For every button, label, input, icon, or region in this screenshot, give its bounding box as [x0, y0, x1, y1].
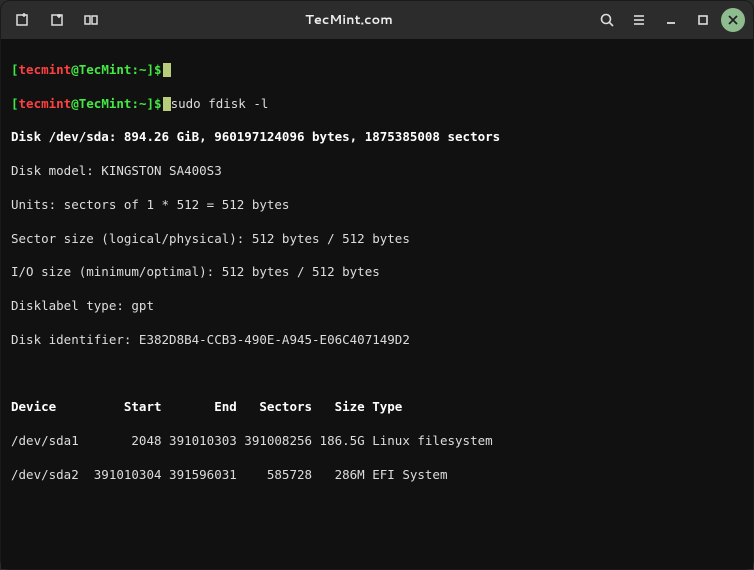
titlebar: TecMint.com: [1, 1, 753, 39]
disk-a-units: Units: sectors of 1 * 512 = 512 bytes: [11, 197, 743, 214]
disk-a-io: I/O size (minimum/optimal): 512 bytes / …: [11, 264, 743, 281]
prompt-dollar: $: [154, 62, 162, 77]
prompt-bracket-close: ]: [147, 62, 155, 77]
prompt-line-cmd: [tecmint@TecMint:~]$sudo fdisk -l: [11, 96, 743, 113]
disk-a-sector: Sector size (logical/physical): 512 byte…: [11, 231, 743, 248]
disk-a-label: Disklabel type: gpt: [11, 298, 743, 315]
disk-a-part-row: /dev/sda1 2048 391010303 391008256 186.5…: [11, 433, 743, 450]
prompt-sep: :: [131, 62, 139, 77]
blank-line: [11, 366, 743, 383]
close-icon[interactable]: [721, 8, 745, 32]
blank-line: [11, 534, 743, 551]
new-tab-icon[interactable]: [9, 6, 37, 34]
terminal-output[interactable]: [tecmint@TecMint:~]$ [tecmint@TecMint:~]…: [1, 39, 753, 569]
prompt-host: TecMint: [79, 62, 132, 77]
disk-b-headline: Disk /dev/sdb: 1.84 TiB, 2000398934016 b…: [11, 568, 743, 569]
minimize-icon[interactable]: [657, 6, 685, 34]
prompt-user: tecmint: [19, 62, 72, 77]
prompt-at: @: [71, 62, 79, 77]
window-title: TecMint.com: [105, 11, 593, 29]
titlebar-left: [9, 6, 105, 34]
maximize-icon[interactable]: [689, 6, 717, 34]
blank-line: [11, 501, 743, 518]
cursor-icon: [163, 97, 171, 111]
disk-a-model: Disk model: KINGSTON SA400S3: [11, 163, 743, 180]
overview-icon[interactable]: [77, 6, 105, 34]
titlebar-right: [593, 6, 745, 34]
hamburger-menu-icon[interactable]: [625, 6, 653, 34]
search-icon[interactable]: [593, 6, 621, 34]
prompt-line-empty: [tecmint@TecMint:~]$: [11, 62, 743, 79]
disk-a-part-header: Device Start End Sectors Size Type: [11, 399, 743, 416]
disk-a-headline: Disk /dev/sda: 894.26 GiB, 960197124096 …: [11, 129, 743, 146]
new-window-icon[interactable]: [43, 6, 71, 34]
cursor-icon: [163, 63, 171, 77]
prompt-path: ~: [139, 62, 147, 77]
prompt-bracket-open: [: [11, 62, 19, 77]
disk-a-id: Disk identifier: E382D8B4-CCB3-490E-A945…: [11, 332, 743, 349]
command-text: sudo fdisk -l: [171, 96, 269, 111]
disk-a-part-row: /dev/sda2 391010304 391596031 585728 286…: [11, 467, 743, 484]
